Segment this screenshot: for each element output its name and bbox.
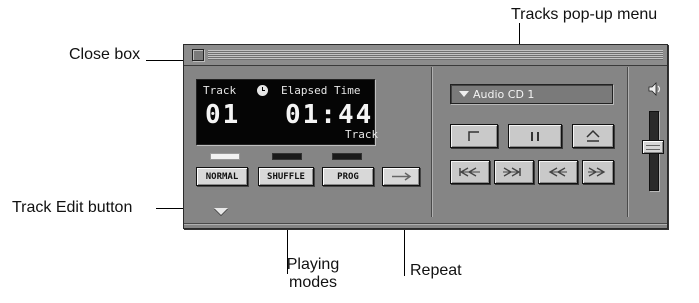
previous-track-button[interactable] <box>450 160 490 184</box>
pause-button[interactable] <box>508 124 562 148</box>
track-number: 01 <box>205 100 241 130</box>
track-label: Track <box>203 84 237 97</box>
tracks-popup-menu[interactable]: Audio CD 1 <box>450 84 613 104</box>
time-mode-label: Track <box>345 128 379 141</box>
panel-separator <box>431 67 433 217</box>
next-track-button[interactable] <box>494 160 534 184</box>
speaker-icon <box>648 82 661 96</box>
track-edit-button[interactable] <box>214 208 228 215</box>
title-bar[interactable] <box>184 45 667 66</box>
elapsed-time-value: 01:44 <box>285 100 374 130</box>
cd-player-window: Track Elapsed Time 01 01:44 Track NORMAL… <box>183 44 668 229</box>
eject-icon <box>586 129 600 142</box>
prog-indicator <box>332 153 362 160</box>
previous-track-icon <box>459 167 480 177</box>
rewind-button[interactable] <box>538 160 578 184</box>
callout-track-edit-button: Track Edit button <box>12 199 133 216</box>
shuffle-button[interactable]: SHUFFLE <box>258 167 314 186</box>
volume-separator <box>627 67 629 217</box>
callout-tracks-popup-menu: Tracks pop-up menu <box>511 6 658 23</box>
pause-icon <box>531 132 539 141</box>
callout-close-box: Close box <box>69 46 141 63</box>
bottom-separator <box>184 223 667 225</box>
popup-triangle-icon <box>459 91 469 97</box>
callout-repeat: Repeat <box>410 262 462 279</box>
normal-button[interactable]: NORMAL <box>196 167 248 186</box>
clock-icon <box>257 85 268 96</box>
volume-slider-thumb[interactable] <box>642 139 664 154</box>
tracks-popup-value: Audio CD 1 <box>473 88 535 101</box>
repeat-button[interactable] <box>382 167 420 186</box>
close-box[interactable] <box>192 49 204 61</box>
normal-indicator <box>210 153 240 160</box>
lcd-display: Track Elapsed Time 01 01:44 Track <box>196 79 379 145</box>
prog-button[interactable]: PROG <box>322 167 374 186</box>
rewind-icon <box>548 167 567 177</box>
fast-forward-button[interactable] <box>582 160 614 184</box>
next-track-icon <box>503 167 521 177</box>
repeat-arrow-icon <box>392 172 412 181</box>
stop-button[interactable] <box>450 124 498 148</box>
shuffle-indicator <box>272 153 302 160</box>
eject-button[interactable] <box>572 124 614 148</box>
callout-playing-modes: Playing modes <box>286 256 340 291</box>
elapsed-time-label: Elapsed Time <box>281 84 361 97</box>
stop-icon <box>468 131 479 141</box>
title-bar-stripes <box>208 50 663 60</box>
fast-forward-icon <box>588 167 606 177</box>
